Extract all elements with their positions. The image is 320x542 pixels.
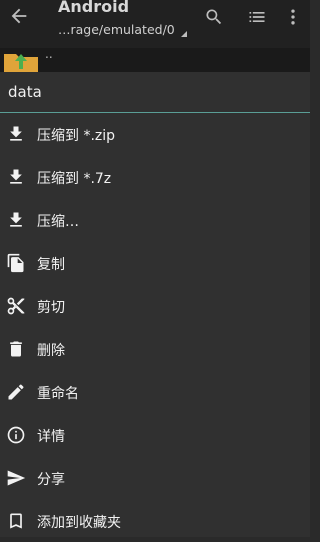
menu-item-compress-7z[interactable]: 压缩到 *.7z	[0, 156, 310, 198]
selected-item-name: data	[8, 83, 42, 101]
info-icon	[6, 425, 26, 445]
folder-up-icon	[4, 48, 38, 72]
share-icon	[6, 468, 26, 488]
path-dropdown[interactable]: …rage/emulated/0	[58, 22, 175, 37]
menu-item-delete[interactable]: 删除	[0, 328, 310, 370]
parent-folder-label: ..	[45, 47, 53, 61]
menu-item-cut[interactable]: 剪切	[0, 285, 310, 327]
menu-item-label: 压缩…	[37, 214, 79, 230]
copy-icon	[6, 253, 26, 273]
menu-item-compress-zip[interactable]: 压缩到 *.zip	[0, 113, 310, 155]
download-icon	[6, 210, 26, 230]
search-button[interactable]	[204, 7, 224, 27]
menu-item-label: 分享	[37, 472, 65, 488]
menu-item-label: 添加到收藏夹	[37, 515, 121, 531]
back-button[interactable]	[8, 5, 30, 27]
menu-item-share[interactable]: 分享	[0, 457, 310, 499]
page-title: Android	[58, 0, 130, 16]
list-view-icon	[249, 12, 265, 22]
cut-icon	[6, 296, 26, 316]
parent-folder-row[interactable]: ..	[0, 47, 310, 72]
menu-item-label: 压缩到 *.7z	[37, 171, 112, 187]
menu-item-label: 详情	[37, 429, 65, 445]
menu-item-label: 复制	[37, 257, 65, 273]
more-options-button[interactable]	[283, 7, 303, 27]
menu-item-add-to-favorites[interactable]: 添加到收藏夹	[0, 500, 310, 542]
menu-item-label: 压缩到 *.zip	[37, 128, 116, 144]
arrow-left-icon	[11, 8, 27, 24]
menu-item-label: 重命名	[37, 386, 79, 402]
menu-item-label: 剪切	[37, 300, 65, 316]
search-icon	[206, 9, 222, 25]
context-menu-sheet: data 压缩到 *.zip 压缩到 *.7z 压缩… 复制 剪切 删除 重命名…	[0, 72, 310, 537]
menu-item-copy[interactable]: 复制	[0, 242, 310, 284]
rename-icon	[6, 382, 26, 402]
delete-icon	[6, 339, 26, 359]
sheet-header: data	[0, 72, 310, 113]
download-icon	[6, 124, 26, 144]
more-vert-icon	[291, 9, 295, 25]
bookmark-icon	[6, 511, 26, 531]
menu-item-label: 删除	[37, 343, 65, 359]
menu-item-rename[interactable]: 重命名	[0, 371, 310, 413]
download-icon	[6, 167, 26, 187]
menu-item-details[interactable]: 详情	[0, 414, 310, 456]
dropdown-caret-icon	[181, 31, 187, 37]
app-bar: Android …rage/emulated/0	[0, 0, 310, 48]
menu-item-compress[interactable]: 压缩…	[0, 199, 310, 241]
view-mode-button[interactable]	[247, 7, 267, 27]
